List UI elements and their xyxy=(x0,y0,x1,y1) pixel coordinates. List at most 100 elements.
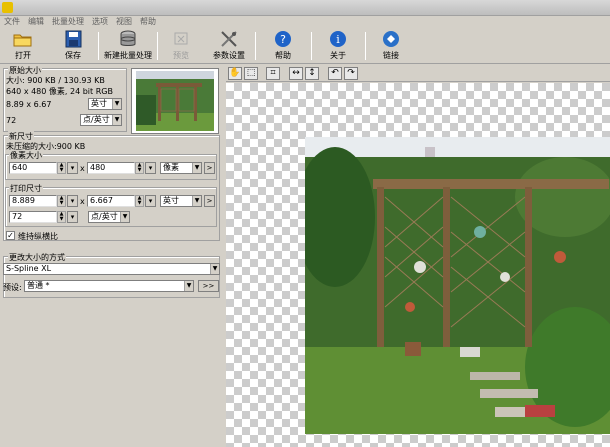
preset-label: 预设: xyxy=(3,283,22,292)
width-px-spinner[interactable]: ▲ ▼ xyxy=(57,162,66,174)
width-px-input[interactable]: 640 xyxy=(9,162,57,174)
open-label: 打开 xyxy=(15,51,31,60)
menu-view[interactable]: 视图 xyxy=(112,16,136,28)
original-res-unit-select[interactable]: 点/英寸 ▼ xyxy=(80,114,122,126)
new-batch-button[interactable]: 新建批量处理 xyxy=(104,30,152,62)
dpi-unit-select[interactable]: 点/英寸 ▼ xyxy=(88,211,130,223)
dpi-arrow-button[interactable]: ▾ xyxy=(67,211,78,223)
width-in-input[interactable]: 8.889 xyxy=(9,195,57,207)
keep-ratio-checkbox[interactable]: ✓ xyxy=(6,231,15,240)
canvas-area: ✋ ⬚ ⌗ ↔ ↕ ↶ ↷ xyxy=(226,65,610,447)
settings-button[interactable]: 参数设置 xyxy=(212,30,246,62)
height-in-spinner[interactable]: ▲ ▼ xyxy=(135,195,144,207)
batch-label: 新建批量处理 xyxy=(104,51,152,60)
print-size-title: 打印尺寸 xyxy=(9,183,43,194)
menu-edit[interactable]: 编辑 xyxy=(24,16,48,28)
chevron-down-icon: ▼ xyxy=(120,212,129,222)
info-icon: i xyxy=(330,31,346,47)
menu-batch[interactable]: 批量处理 xyxy=(48,16,88,28)
left-panel: 原始大小 大小: 900 KB / 130.93 KB 640 x 480 像素… xyxy=(0,65,226,447)
title-bar xyxy=(0,0,610,16)
svg-text:i: i xyxy=(336,33,340,46)
help-icon: ? xyxy=(275,31,291,47)
folder-icon xyxy=(13,34,32,47)
width-in-spinner[interactable]: ▲ ▼ xyxy=(57,195,66,207)
dpi-unit-value: 点/英寸 xyxy=(91,212,118,221)
method-value: S-Spline XL xyxy=(6,264,52,273)
transparency-canvas[interactable] xyxy=(226,83,610,447)
menu-help[interactable]: 帮助 xyxy=(136,16,160,28)
height-in-input[interactable]: 6.667 xyxy=(87,195,135,207)
app-window: 文件 编辑 批量处理 选项 视图 帮助 打开 保存 新建批量处理 预览 参数设置 ? 帮助 xyxy=(0,0,610,447)
menu-bar: 文件 编辑 批量处理 选项 视图 帮助 xyxy=(0,16,610,28)
open-button[interactable]: 打开 xyxy=(10,30,36,62)
keep-ratio-label: 维持纵横比 xyxy=(18,232,58,241)
globe-icon xyxy=(383,31,399,47)
preview-icon xyxy=(174,32,188,45)
in-more-button[interactable]: > xyxy=(204,195,215,207)
link-button[interactable]: 链接 xyxy=(378,30,404,62)
width-in-arrow-button[interactable]: ▾ xyxy=(67,195,78,207)
original-res-unit-value: 点/英寸 xyxy=(83,115,110,124)
save-label: 保存 xyxy=(65,51,81,60)
dpi-input[interactable]: 72 xyxy=(9,211,57,223)
chevron-down-icon: ▼ xyxy=(112,115,121,125)
preview-label: 预览 xyxy=(173,51,189,60)
preset-more-button[interactable]: >> xyxy=(198,280,219,292)
database-icon xyxy=(120,30,136,46)
about-button[interactable]: i 关于 xyxy=(325,30,351,62)
link-label: 链接 xyxy=(383,51,399,60)
px-unit-select[interactable]: 像素 ▼ xyxy=(160,162,202,174)
height-in-arrow-button[interactable]: ▾ xyxy=(145,195,156,207)
method-select[interactable]: S-Spline XL ▼ xyxy=(3,263,220,275)
svg-text:?: ? xyxy=(280,33,286,46)
app-icon xyxy=(2,2,13,13)
crop-tool-icon[interactable]: ⌗ xyxy=(266,67,280,80)
height-px-spinner[interactable]: ▲ ▼ xyxy=(135,162,144,174)
toolbar-separator xyxy=(157,32,158,60)
thumbnail-preview[interactable] xyxy=(131,68,219,134)
preview-button[interactable]: 预览 xyxy=(168,30,194,62)
menu-file[interactable]: 文件 xyxy=(0,16,24,28)
fit-height-icon[interactable]: ↕ xyxy=(305,67,319,80)
times-sign: x xyxy=(80,197,85,206)
canvas-toolbar: ✋ ⬚ ⌗ ↔ ↕ ↶ ↷ xyxy=(226,65,610,82)
preset-select[interactable]: 普通 * ▼ xyxy=(24,280,194,292)
chevron-down-icon: ▼ xyxy=(192,196,201,206)
select-tool-icon[interactable]: ⬚ xyxy=(244,67,258,80)
original-unit-value: 英寸 xyxy=(91,99,107,108)
hand-tool-icon[interactable]: ✋ xyxy=(228,67,242,80)
rotate-left-icon[interactable]: ↶ xyxy=(328,67,342,80)
height-px-arrow-button[interactable]: ▾ xyxy=(145,162,156,174)
original-pixel-line: 640 x 480 像素, 24 bit RGB xyxy=(6,87,113,96)
rotate-right-icon[interactable]: ↷ xyxy=(344,67,358,80)
preset-value: 普通 * xyxy=(27,281,50,290)
dpi-spinner[interactable]: ▲ ▼ xyxy=(57,211,66,223)
toolbar-separator xyxy=(311,32,312,60)
in-unit-value: 英寸 xyxy=(163,196,179,205)
about-label: 关于 xyxy=(330,51,346,60)
pixel-size-title: 像素大小 xyxy=(9,150,43,161)
px-more-button[interactable]: > xyxy=(204,162,215,174)
in-unit-select[interactable]: 英寸 ▼ xyxy=(160,195,202,207)
px-unit-value: 像素 xyxy=(163,163,179,172)
floppy-icon xyxy=(65,30,82,48)
thumbnail-image xyxy=(136,71,214,131)
toolbar-separator xyxy=(255,32,256,60)
original-resolution: 72 xyxy=(6,116,17,125)
width-px-arrow-button[interactable]: ▾ xyxy=(67,162,78,174)
chevron-down-icon: ▼ xyxy=(210,264,219,274)
settings-label: 参数设置 xyxy=(213,51,245,60)
menu-options[interactable]: 选项 xyxy=(88,16,112,28)
save-button[interactable]: 保存 xyxy=(60,30,86,62)
toolbar-separator xyxy=(365,32,366,60)
height-px-input[interactable]: 480 xyxy=(87,162,135,174)
help-label: 帮助 xyxy=(275,51,291,60)
fit-width-icon[interactable]: ↔ xyxy=(289,67,303,80)
help-button[interactable]: ? 帮助 xyxy=(270,30,296,62)
garden-photo xyxy=(305,137,610,434)
original-size-line: 大小: 900 KB / 130.93 KB xyxy=(6,76,105,85)
method-title: 更改大小的方式 xyxy=(8,252,66,263)
garden-photo-image xyxy=(305,137,610,434)
original-unit-select[interactable]: 英寸 ▼ xyxy=(88,98,122,110)
